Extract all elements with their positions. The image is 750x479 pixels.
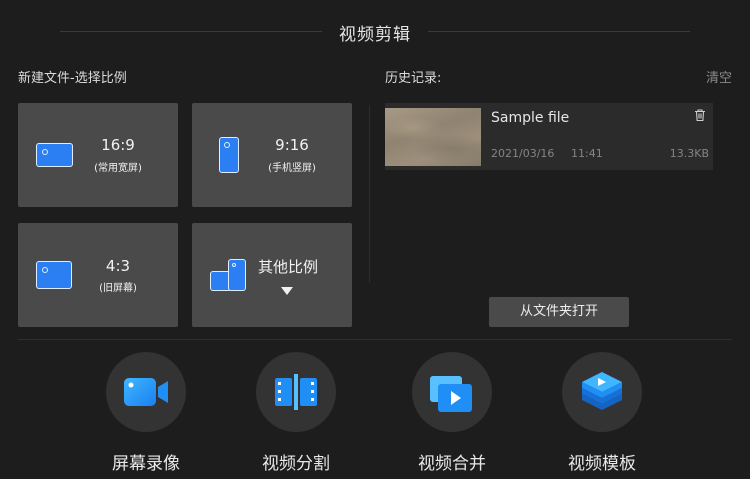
ratio-sub-label: (常用宽屏): [94, 163, 142, 174]
tool-label: 视频分割: [262, 454, 330, 474]
new-file-label: 新建文件-选择比例: [18, 71, 127, 86]
video-split-tool[interactable]: 视频分割: [236, 352, 356, 476]
video-thumbnail: [385, 108, 481, 166]
history-file-size: 13.3KB: [669, 147, 709, 160]
history-label: 历史记录:: [385, 71, 442, 86]
tool-icon-circle: [106, 352, 186, 432]
tool-label: 视频合并: [418, 454, 486, 474]
portrait-screen-icon: [219, 137, 239, 173]
trash-icon[interactable]: [693, 108, 707, 122]
page-title: 视频剪辑: [339, 25, 411, 45]
video-merge-tool[interactable]: 视频合并: [392, 352, 512, 476]
template-layers-icon: [582, 372, 622, 410]
tool-icon-circle: [412, 352, 492, 432]
landscape-screen-icon: [36, 143, 73, 167]
history-file-date: 2021/03/16: [491, 147, 555, 160]
custom-ratio-icon: [210, 259, 248, 293]
tool-icon-circle: [562, 352, 642, 432]
video-merge-icon: [430, 376, 472, 412]
ratio-main-label: 其他比例: [257, 258, 318, 276]
ratio-main-label: 9:16: [275, 136, 309, 154]
ratio-main-label: 16:9: [101, 136, 135, 154]
history-file-name: Sample file: [491, 110, 570, 126]
ratio-9-16-button[interactable]: 9:16 (手机竖屏): [192, 103, 352, 207]
screen-record-tool[interactable]: 屏幕录像: [86, 352, 206, 476]
film-split-icon: [275, 374, 317, 410]
ratio-sub-label: (旧屏幕): [99, 283, 137, 294]
tool-label: 屏幕录像: [112, 454, 180, 474]
header: 视频剪辑: [0, 0, 750, 62]
classic-screen-icon: [36, 261, 72, 289]
ratio-16-9-button[interactable]: 16:9 (常用宽屏): [18, 103, 178, 207]
header-divider-right: [428, 31, 690, 32]
ratio-other-button[interactable]: 其他比例: [192, 223, 352, 327]
ratio-4-3-button[interactable]: 4:3 (旧屏幕): [18, 223, 178, 327]
history-file-time: 11:41: [571, 147, 603, 160]
tool-label: 视频模板: [568, 454, 636, 474]
caret-down-icon: [281, 287, 293, 295]
section-divider: [369, 105, 370, 283]
ratio-sub-label: (手机竖屏): [268, 163, 316, 174]
history-item[interactable]: Sample file 2021/03/16 11:41 13.3KB: [385, 103, 713, 170]
tool-icon-circle: [256, 352, 336, 432]
open-from-folder-button[interactable]: 从文件夹打开: [489, 297, 629, 327]
video-template-tool[interactable]: 视频模板: [542, 352, 662, 476]
ratio-main-label: 4:3: [105, 257, 131, 275]
bottom-divider: [18, 339, 732, 340]
clear-history-button[interactable]: 清空: [706, 67, 732, 86]
video-camera-icon: [124, 378, 168, 406]
